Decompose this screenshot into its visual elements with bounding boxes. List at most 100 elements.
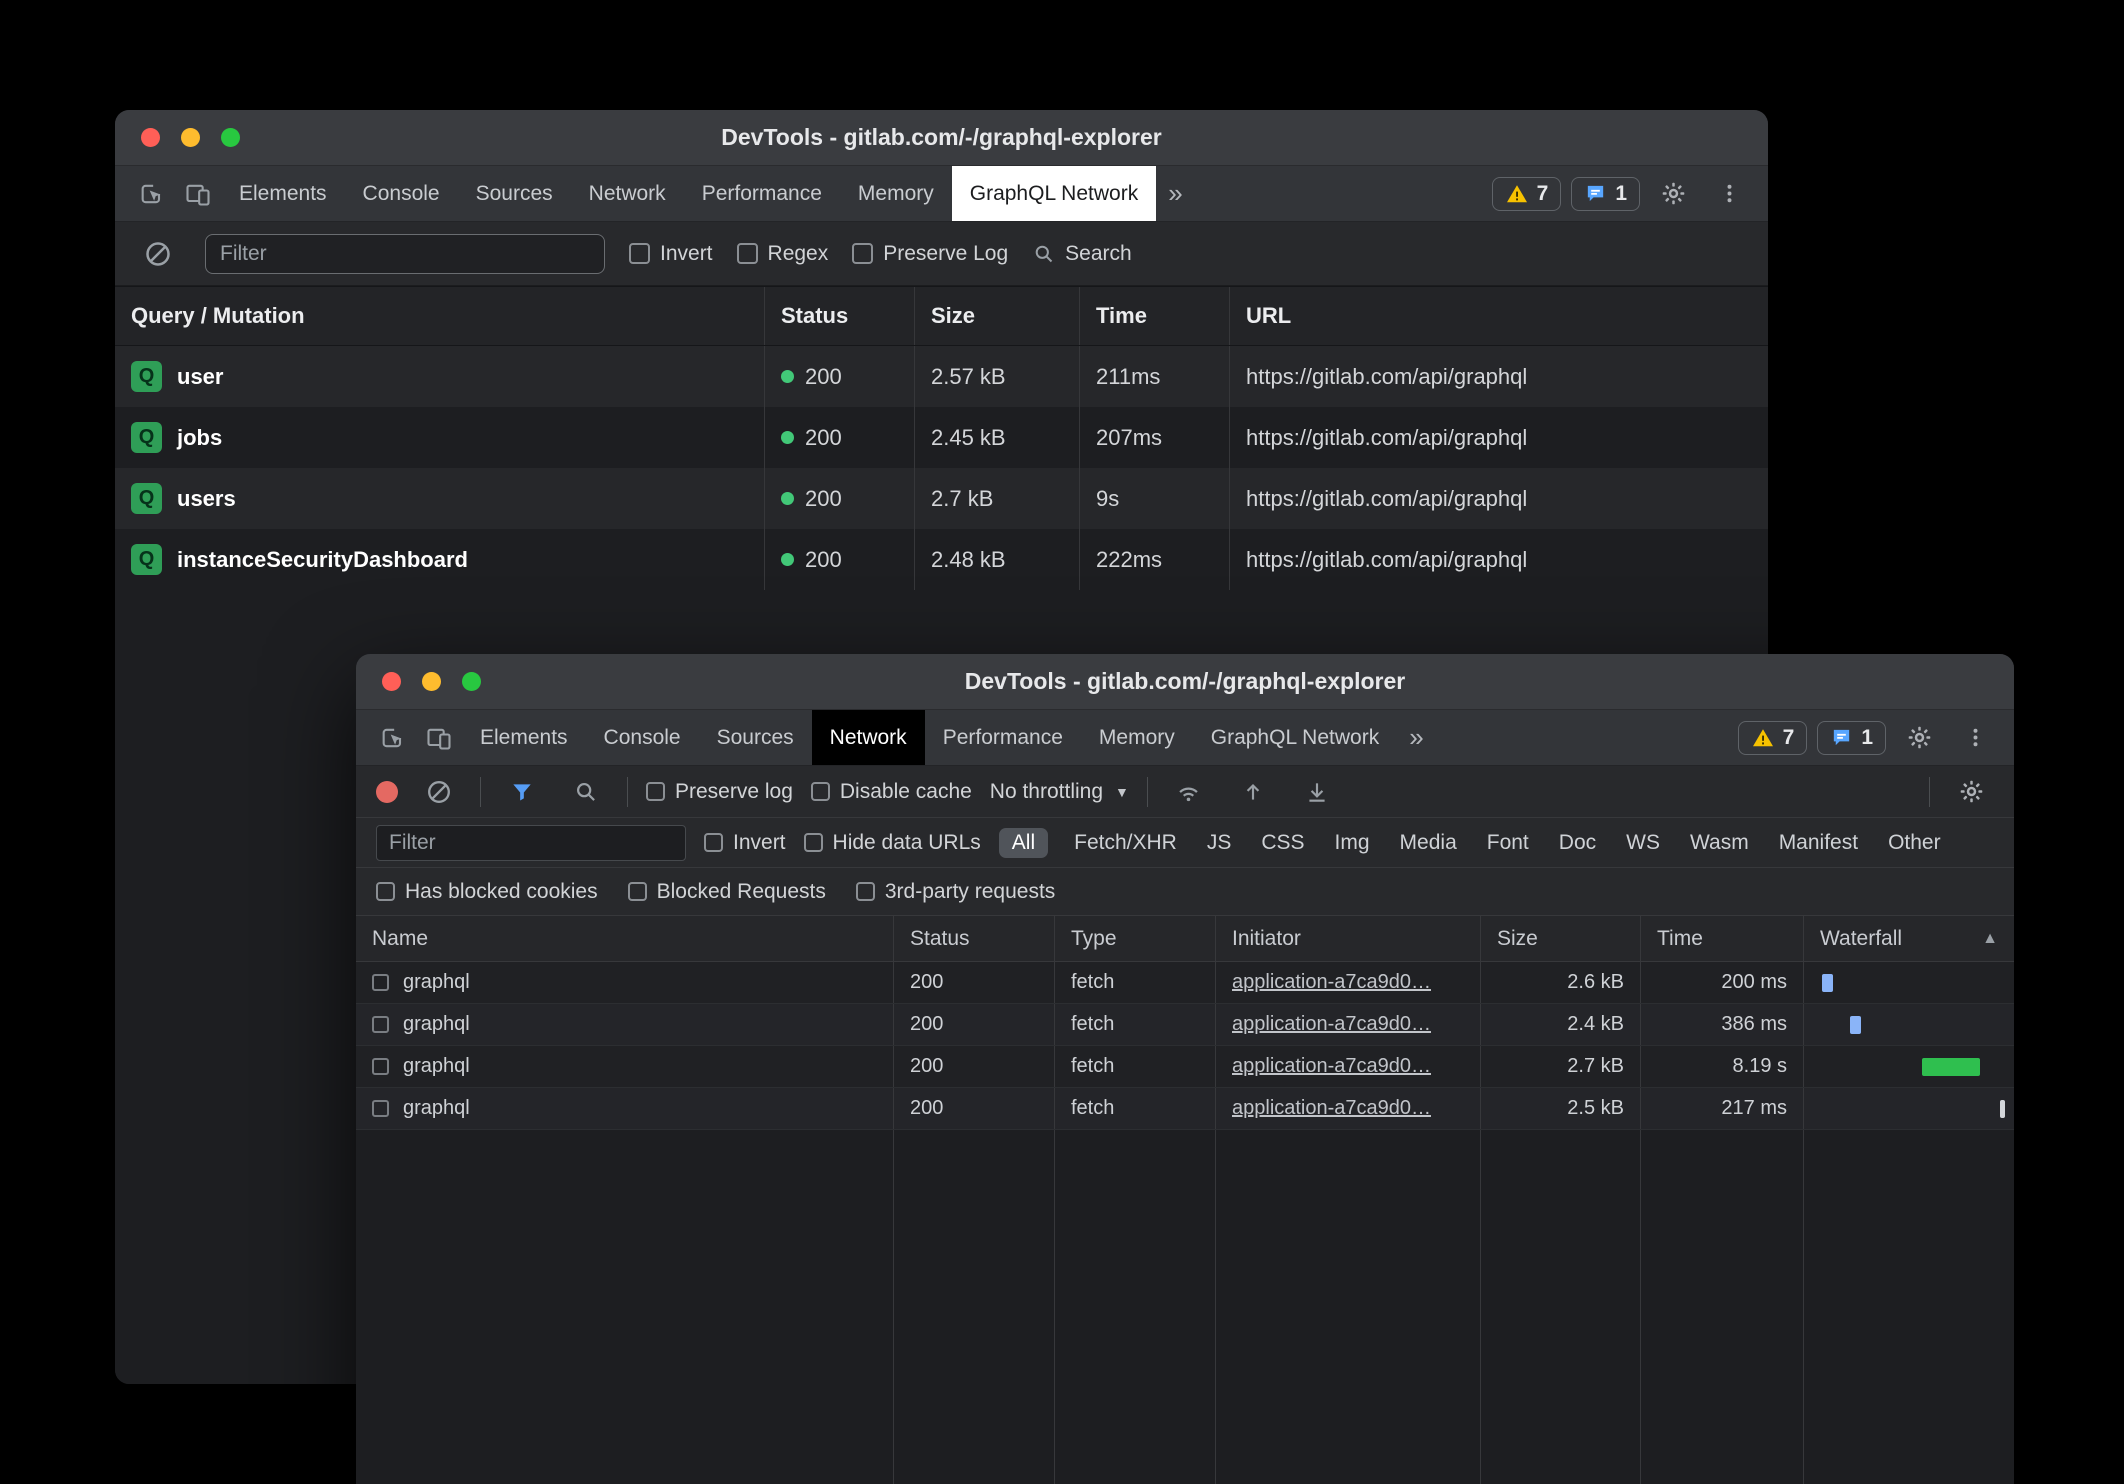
col-header-status[interactable]: Status [765,287,915,345]
initiator-link[interactable]: application-a7ca9d0… [1232,1097,1431,1120]
issues-badge[interactable]: 1 [1571,177,1640,211]
third-party-requests-checkbox[interactable]: 3rd-party requests [856,880,1055,904]
minimize-button[interactable] [181,128,200,147]
request-row[interactable]: graphql 200 fetch application-a7ca9d0… 2… [356,962,2014,1004]
type-filter-doc[interactable]: Doc [1555,828,1600,858]
tab-memory[interactable]: Memory [840,166,952,221]
col-header-size[interactable]: Size [915,287,1080,345]
type-filter-manifest[interactable]: Manifest [1775,828,1862,858]
col-header-url[interactable]: URL [1230,287,1768,345]
invert-checkbox[interactable]: Invert [704,831,786,855]
type-filter-font[interactable]: Font [1483,828,1533,858]
settings-gear-icon[interactable] [1896,724,1942,751]
tab-console[interactable]: Console [586,710,699,765]
export-har-icon[interactable] [1294,779,1340,805]
filter-input[interactable] [376,825,686,861]
search-icon[interactable] [563,779,609,805]
filter-funnel-icon[interactable] [499,779,545,805]
search-control[interactable]: Search [1032,242,1132,266]
tab-memory[interactable]: Memory [1081,710,1193,765]
inspect-cursor-icon[interactable] [129,166,175,221]
row-checkbox[interactable] [372,974,389,991]
settings-gear-icon[interactable] [1650,180,1696,207]
more-tabs-icon[interactable]: » [1397,710,1435,765]
tab-network[interactable]: Network [812,710,925,765]
type-filter-img[interactable]: Img [1331,828,1374,858]
type-filter-other[interactable]: Other [1884,828,1945,858]
type-filter-wasm[interactable]: Wasm [1686,828,1753,858]
network-settings-gear-icon[interactable] [1948,778,1994,805]
disable-cache-checkbox[interactable]: Disable cache [811,780,972,804]
inspect-cursor-icon[interactable] [370,710,416,765]
col-header-query-mutation[interactable]: Query / Mutation [115,287,765,345]
tab-graphql-network[interactable]: GraphQL Network [1193,710,1397,765]
filter-input[interactable] [205,234,605,274]
tab-graphql-network[interactable]: GraphQL Network [952,166,1156,221]
warnings-badge[interactable]: 7 [1492,177,1562,211]
close-button[interactable] [382,672,401,691]
toolbar-divider [480,777,481,807]
clear-icon[interactable] [135,239,181,269]
type-filter-all[interactable]: All [999,828,1048,858]
minimize-button[interactable] [422,672,441,691]
network-conditions-icon[interactable] [1166,778,1212,805]
tab-sources[interactable]: Sources [458,166,571,221]
issues-badge[interactable]: 1 [1817,721,1886,755]
preserve-log-checkbox[interactable]: Preserve log [646,780,793,804]
clear-icon[interactable] [416,778,462,806]
preserve-log-checkbox[interactable]: Preserve Log [852,242,1008,266]
table-row[interactable]: Q jobs 200 2.45 kB 207ms https://gitlab.… [115,407,1768,468]
tab-elements[interactable]: Elements [221,166,345,221]
tab-sources[interactable]: Sources [699,710,812,765]
col-header-time[interactable]: Time [1080,287,1230,345]
col-header-time[interactable]: Time [1641,916,1804,961]
throttling-dropdown[interactable]: No throttling ▼ [990,780,1129,804]
initiator-link[interactable]: application-a7ca9d0… [1232,1013,1431,1036]
record-button[interactable] [376,781,398,803]
kebab-menu-icon[interactable] [1706,181,1752,206]
import-har-icon[interactable] [1230,779,1276,805]
table-row[interactable]: Q user 200 2.57 kB 211ms https://gitlab.… [115,346,1768,407]
maximize-button[interactable] [462,672,481,691]
type-filter-fetch-xhr[interactable]: Fetch/XHR [1070,828,1181,858]
row-checkbox[interactable] [372,1100,389,1117]
has-blocked-cookies-checkbox[interactable]: Has blocked cookies [376,880,598,904]
size-cell: 2.48 kB [915,529,1080,590]
initiator-link[interactable]: application-a7ca9d0… [1232,971,1431,994]
maximize-button[interactable] [221,128,240,147]
col-header-waterfall[interactable]: Waterfall ▲ [1804,916,2014,961]
table-row[interactable]: Q users 200 2.7 kB 9s https://gitlab.com… [115,468,1768,529]
table-row[interactable]: Q instanceSecurityDashboard 200 2.48 kB … [115,529,1768,590]
kebab-menu-icon[interactable] [1952,725,1998,750]
col-header-size[interactable]: Size [1481,916,1641,961]
type-filter-css[interactable]: CSS [1257,828,1308,858]
row-checkbox[interactable] [372,1058,389,1075]
col-header-type[interactable]: Type [1055,916,1216,961]
type-filter-ws[interactable]: WS [1622,828,1664,858]
regex-checkbox[interactable]: Regex [737,242,829,266]
request-row[interactable]: graphql 200 fetch application-a7ca9d0… 2… [356,1004,2014,1046]
request-name: graphql [403,971,470,994]
tab-network[interactable]: Network [571,166,684,221]
tab-elements[interactable]: Elements [462,710,586,765]
type-filter-js[interactable]: JS [1203,828,1236,858]
tab-performance[interactable]: Performance [684,166,840,221]
row-checkbox[interactable] [372,1016,389,1033]
type-filter-media[interactable]: Media [1396,828,1461,858]
col-header-initiator[interactable]: Initiator [1216,916,1481,961]
more-tabs-icon[interactable]: » [1156,166,1194,221]
request-row[interactable]: graphql 200 fetch application-a7ca9d0… 2… [356,1046,2014,1088]
request-row[interactable]: graphql 200 fetch application-a7ca9d0… 2… [356,1088,2014,1130]
warnings-badge[interactable]: 7 [1738,721,1808,755]
col-header-status[interactable]: Status [894,916,1055,961]
blocked-requests-checkbox[interactable]: Blocked Requests [628,880,826,904]
close-button[interactable] [141,128,160,147]
initiator-link[interactable]: application-a7ca9d0… [1232,1055,1431,1078]
col-header-name[interactable]: Name [356,916,894,961]
invert-checkbox[interactable]: Invert [629,242,713,266]
device-toolbar-icon[interactable] [416,710,462,765]
tab-console[interactable]: Console [345,166,458,221]
tab-performance[interactable]: Performance [925,710,1081,765]
hide-data-urls-checkbox[interactable]: Hide data URLs [804,831,981,855]
device-toolbar-icon[interactable] [175,166,221,221]
